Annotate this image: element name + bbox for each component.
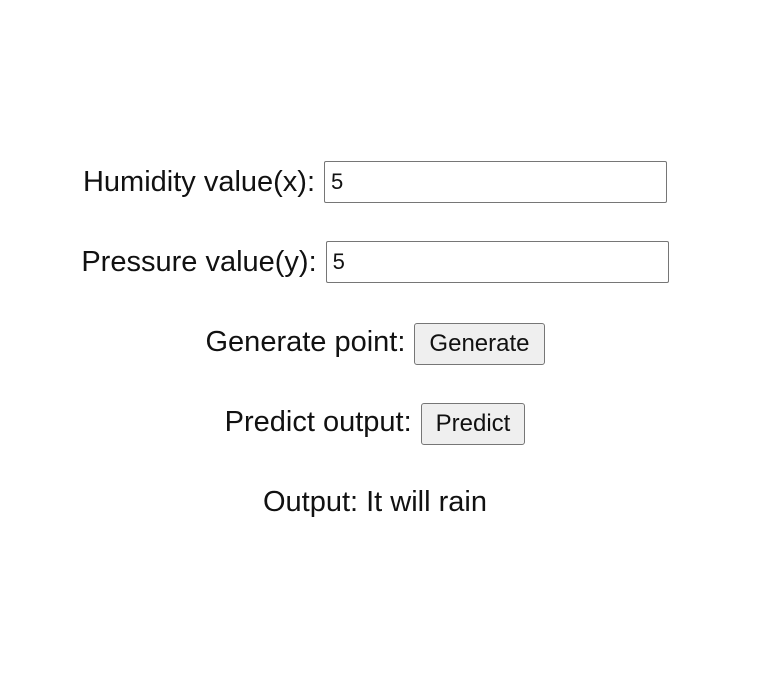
output-value: It will rain [366, 486, 487, 518]
humidity-row: Humidity value(x): [82, 158, 668, 206]
pressure-row: Pressure value(y): [81, 238, 669, 286]
output-row: Output: It will rain [263, 478, 487, 526]
predict-row: Predict output: Predict [225, 398, 526, 446]
pressure-input[interactable] [325, 241, 669, 283]
generate-button[interactable]: Generate [414, 323, 545, 365]
generate-row: Generate point: Generate [206, 318, 545, 366]
pressure-label: Pressure value(y): [81, 246, 317, 278]
humidity-input[interactable] [324, 161, 668, 203]
predict-button[interactable]: Predict [420, 403, 526, 445]
humidity-label: Humidity value(x): [82, 166, 316, 198]
prediction-form: Humidity value(x): Pressure value(y): Ge… [0, 158, 750, 526]
generate-label: Generate point: [205, 326, 406, 358]
predict-label: Predict output: [224, 406, 412, 438]
output-label: Output: [263, 486, 359, 518]
